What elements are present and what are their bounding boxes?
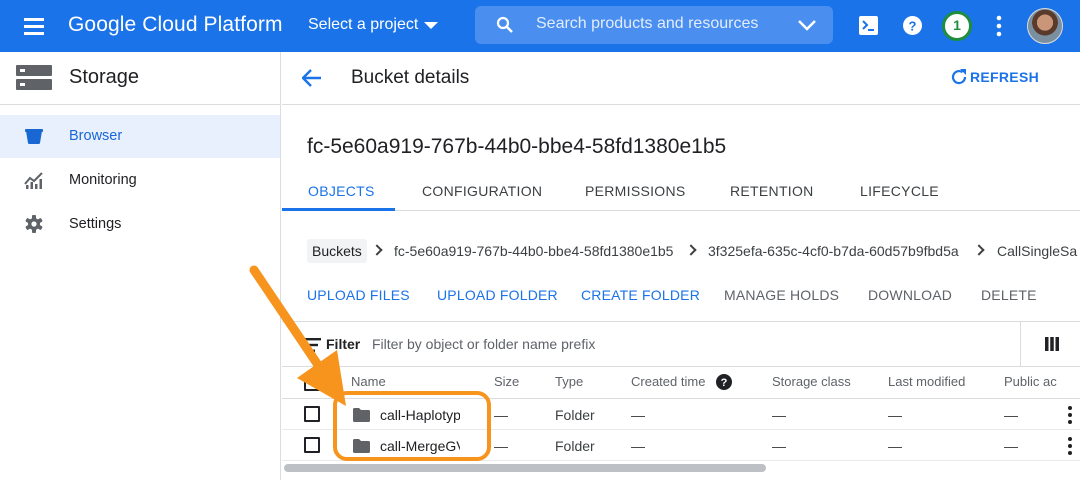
horizontal-scrollbar[interactable] — [282, 460, 1080, 480]
sidebar: Storage Browser Monitoring Settings — [0, 52, 281, 480]
select-all-checkbox[interactable] — [304, 375, 320, 391]
size-cell: — — [494, 407, 508, 423]
back-arrow-icon[interactable] — [302, 68, 322, 88]
gear-icon — [25, 215, 43, 233]
page-title: Bucket details — [351, 67, 470, 88]
breadcrumb: Buckets fc-5e60a919-767b-44b0-bbe4-58fd1… — [307, 239, 1080, 263]
refresh-icon[interactable] — [950, 68, 968, 86]
row-checkbox[interactable] — [304, 437, 320, 453]
chevron-right-icon — [685, 244, 697, 256]
type-cell: Folder — [555, 438, 595, 454]
tab-permissions[interactable]: PERMISSIONS — [585, 183, 686, 199]
more-vert-icon[interactable] — [1068, 406, 1072, 424]
filter-icon — [303, 338, 321, 352]
column-header-public-access[interactable]: Public ac — [1004, 374, 1057, 389]
sidebar-item-monitoring[interactable]: Monitoring — [0, 159, 280, 202]
filter-label: Filter — [326, 336, 361, 352]
caret-down-icon[interactable] — [424, 22, 438, 29]
tab-bar: OBJECTS CONFIGURATION PERMISSIONS RETENT… — [282, 172, 1080, 211]
chevron-right-icon — [371, 244, 383, 256]
upload-folder-button[interactable]: UPLOAD FOLDER — [437, 287, 558, 303]
sidebar-item-browser[interactable]: Browser — [0, 115, 280, 158]
last-modified-cell: — — [888, 407, 902, 423]
create-folder-button[interactable]: CREATE FOLDER — [581, 287, 700, 303]
type-cell: Folder — [555, 407, 595, 423]
column-header-name[interactable]: Name — [351, 374, 386, 389]
created-cell: — — [631, 438, 645, 454]
column-header-size[interactable]: Size — [494, 374, 519, 389]
last-modified-cell: — — [888, 438, 902, 454]
more-vert-icon[interactable] — [996, 14, 1002, 38]
tab-objects[interactable]: OBJECTS — [308, 183, 375, 199]
size-cell: — — [494, 438, 508, 454]
chevron-down-icon[interactable] — [797, 18, 817, 32]
more-vert-icon[interactable] — [1068, 437, 1072, 455]
columns-icon — [1045, 337, 1059, 351]
bucket-icon — [25, 129, 43, 144]
sidebar-item-label: Browser — [69, 128, 123, 144]
annotation-highlight-box — [333, 391, 491, 461]
column-header-last-modified[interactable]: Last modified — [888, 374, 965, 389]
public-access-cell: — — [1004, 407, 1018, 423]
manage-holds-button[interactable]: MANAGE HOLDS — [724, 287, 839, 303]
notifications-badge[interactable]: 1 — [942, 11, 972, 41]
scrollbar-thumb[interactable] — [284, 464, 766, 472]
sidebar-item-label: Settings — [69, 216, 122, 232]
sidebar-item-label: Monitoring — [69, 172, 137, 188]
chevron-right-icon — [973, 244, 985, 256]
sidebar-title: Storage — [69, 66, 140, 88]
help-icon[interactable]: ? — [903, 16, 922, 35]
sidebar-header: Storage — [0, 52, 280, 105]
breadcrumb-folder[interactable]: 3f325efa-635c-4cf0-b7da-60d57b9fbd5a — [708, 243, 959, 259]
download-button[interactable]: DOWNLOAD — [868, 287, 952, 303]
cloud-shell-icon[interactable] — [859, 16, 878, 35]
storage-class-cell: — — [772, 407, 786, 423]
filter-input[interactable]: Filter by object or folder name prefix — [372, 336, 595, 352]
search-bar[interactable]: Search products and resources — [475, 6, 833, 44]
filter-bar: Filter Filter by object or folder name p… — [282, 321, 1080, 367]
hamburger-menu-icon[interactable] — [22, 14, 46, 38]
breadcrumb-bucket[interactable]: fc-5e60a919-767b-44b0-bbe4-58fd1380e1b5 — [394, 243, 673, 259]
public-access-cell: — — [1004, 438, 1018, 454]
breadcrumb-buckets[interactable]: Buckets — [307, 239, 367, 263]
tab-configuration[interactable]: CONFIGURATION — [422, 183, 542, 199]
bucket-name: fc-5e60a919-767b-44b0-bbe4-58fd1380e1b5 — [307, 135, 727, 158]
column-header-created[interactable]: Created time — [631, 374, 705, 389]
search-input[interactable]: Search products and resources — [536, 15, 758, 33]
page-header: Bucket details REFRESH — [282, 52, 1080, 105]
column-header-type[interactable]: Type — [555, 374, 583, 389]
app-title[interactable]: Google Cloud Platform — [68, 13, 283, 37]
breadcrumb-subfolder[interactable]: CallSingleSa — [997, 243, 1077, 259]
column-header-storage-class[interactable]: Storage class — [772, 374, 851, 389]
tab-retention[interactable]: RETENTION — [730, 183, 814, 199]
top-app-bar: Google Cloud Platform Select a project S… — [0, 0, 1080, 52]
storage-class-cell: — — [772, 438, 786, 454]
created-cell: — — [631, 407, 645, 423]
sidebar-item-settings[interactable]: Settings — [0, 203, 280, 246]
tab-lifecycle[interactable]: LIFECYCLE — [860, 183, 939, 199]
avatar[interactable] — [1027, 8, 1063, 44]
svg-text:?: ? — [909, 19, 917, 34]
help-icon[interactable]: ? — [716, 374, 732, 390]
search-icon — [496, 16, 513, 33]
storage-icon — [16, 65, 52, 90]
action-bar: UPLOAD FILES UPLOAD FOLDER CREATE FOLDER… — [282, 284, 1080, 306]
upload-files-button[interactable]: UPLOAD FILES — [307, 287, 410, 303]
chart-icon — [24, 172, 43, 189]
svg-text:?: ? — [721, 377, 728, 389]
tab-active-indicator — [282, 208, 395, 211]
project-selector[interactable]: Select a project — [308, 16, 418, 34]
row-checkbox[interactable] — [304, 406, 320, 422]
delete-button[interactable]: DELETE — [981, 287, 1037, 303]
refresh-button[interactable]: REFRESH — [970, 69, 1039, 85]
column-display-button[interactable] — [1020, 322, 1080, 366]
